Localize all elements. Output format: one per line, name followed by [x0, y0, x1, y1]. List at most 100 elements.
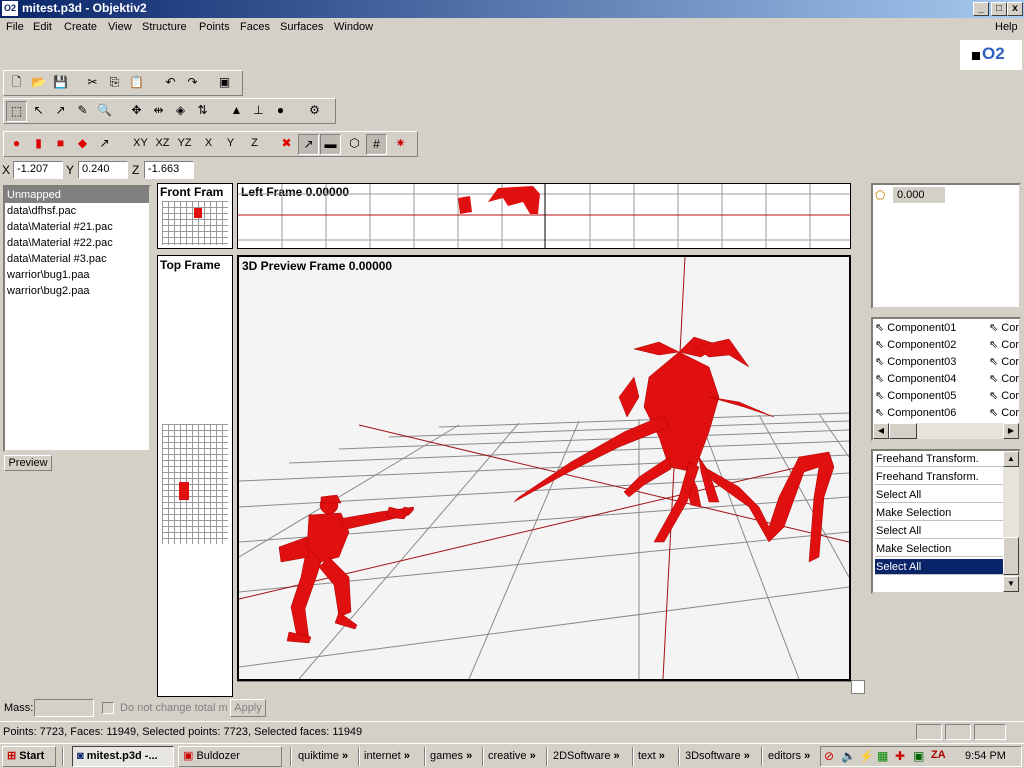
selection-item[interactable]: Make Selection: [875, 505, 1004, 521]
menu-file[interactable]: File: [6, 21, 24, 33]
preview-3d-frame[interactable]: 3D Preview Frame 0.00000: [237, 255, 851, 681]
menu-structure[interactable]: Structure: [142, 21, 187, 33]
z-coordinate-field[interactable]: -1.663: [144, 161, 194, 179]
maximize-button[interactable]: □: [991, 2, 1007, 16]
menu-help[interactable]: Help: [995, 21, 1018, 33]
object-mode-icon[interactable]: ■: [50, 134, 71, 155]
scroll-right-icon[interactable]: ▶: [1003, 423, 1019, 439]
component-item[interactable]: ⇖ Component06: [875, 406, 956, 419]
transform-mode-icon[interactable]: ↗: [94, 134, 115, 155]
lasso-tool-icon[interactable]: ↖: [28, 101, 49, 122]
view-xz-button[interactable]: XZ: [152, 134, 173, 155]
scroll-thumb[interactable]: [1003, 537, 1019, 575]
component-item[interactable]: ⇖ Cor: [989, 338, 1019, 351]
selection-item-active[interactable]: Select All: [875, 559, 1004, 575]
component-item[interactable]: ⇖ Cor: [989, 321, 1019, 334]
texture-item[interactable]: warrior\bug2.paa: [7, 283, 90, 299]
component-item[interactable]: ⇖ Component02: [875, 338, 956, 351]
axis-icon[interactable]: ⊥: [248, 101, 269, 122]
lod-panel[interactable]: ⬠ 0.000: [871, 183, 1021, 309]
texture-item[interactable]: data\Material #22.pac: [7, 235, 113, 251]
quicklaunch-3dsoftware[interactable]: 3Dsoftware »: [685, 747, 750, 767]
norton-icon[interactable]: ⊘: [824, 749, 834, 763]
menu-view[interactable]: View: [108, 21, 132, 33]
antivirus-icon[interactable]: ✚: [895, 749, 905, 763]
flip-icon[interactable]: ⇅: [192, 101, 213, 122]
paint-select-icon[interactable]: ↗: [50, 101, 71, 122]
arrow-green-icon[interactable]: ↗: [298, 134, 319, 155]
title-bar[interactable]: O2 mitest.p3d - Objektiv2 _ □ x: [0, 0, 1024, 18]
task-buldozer[interactable]: ▣ Buldozer: [178, 746, 282, 767]
texture-list[interactable]: Unmapped data\dfhsf.pac data\Material #2…: [3, 185, 151, 452]
selections-vscrollbar[interactable]: ▲ ▼: [1003, 451, 1019, 592]
minimize-button[interactable]: _: [973, 2, 989, 16]
component-item[interactable]: ⇖ Component03: [875, 355, 956, 368]
component-item[interactable]: ⇖ Cor: [989, 355, 1019, 368]
app-icon[interactable]: O2: [2, 1, 18, 16]
quicklaunch-internet[interactable]: internet »: [364, 747, 410, 767]
component-item[interactable]: ⇖ Component04: [875, 372, 956, 385]
properties-icon[interactable]: ▣: [214, 73, 235, 94]
open-folder-icon[interactable]: 📂: [28, 73, 49, 94]
zoom-icon[interactable]: 🔍: [94, 101, 115, 122]
quicklaunch-2dsoftware[interactable]: 2DSoftware »: [553, 747, 620, 767]
solid-icon[interactable]: ▬: [320, 134, 341, 155]
front-frame[interactable]: Front Fram: [157, 183, 233, 249]
resize-corner[interactable]: [851, 680, 865, 694]
view-xy-button[interactable]: XY: [130, 134, 151, 155]
components-hscrollbar[interactable]: ◀ ▶: [873, 423, 1019, 439]
color-balls-icon[interactable]: ●: [270, 101, 291, 122]
select-tool-icon[interactable]: ⬚: [6, 101, 27, 122]
texture-item[interactable]: data\Material #21.pac: [7, 219, 113, 235]
paste-icon[interactable]: 📋: [126, 73, 147, 94]
scroll-left-icon[interactable]: ◀: [873, 423, 889, 439]
move-icon[interactable]: ✥: [126, 101, 147, 122]
menu-faces[interactable]: Faces: [240, 21, 270, 33]
hide-icon[interactable]: ✖: [276, 134, 297, 155]
task-mitest[interactable]: ◙ mitest.p3d -...: [72, 746, 174, 767]
point-mode-icon[interactable]: ●: [6, 134, 27, 155]
bone-mode-icon[interactable]: ◆: [72, 134, 93, 155]
selection-item[interactable]: Select All: [875, 487, 1004, 503]
selection-item[interactable]: Select All: [875, 523, 1004, 539]
redo-icon[interactable]: ↷: [182, 73, 203, 94]
selection-item[interactable]: Freehand Transform.: [875, 451, 1004, 467]
menu-edit[interactable]: Edit: [33, 21, 52, 33]
texture-item-unmapped[interactable]: Unmapped: [5, 187, 149, 203]
selections-panel[interactable]: Freehand Transform. Freehand Transform. …: [871, 449, 1021, 594]
close-button[interactable]: x: [1007, 2, 1023, 16]
menu-create[interactable]: Create: [64, 21, 97, 33]
left-frame[interactable]: Left Frame 0.00000: [237, 183, 851, 249]
copy-icon[interactable]: ⎘: [104, 73, 125, 94]
component-item[interactable]: ⇖ Component05: [875, 389, 956, 402]
x-coordinate-field[interactable]: -1.207: [13, 161, 63, 179]
quicklaunch-creative[interactable]: creative »: [488, 747, 536, 767]
change-mass-checkbox[interactable]: [102, 702, 114, 714]
lightning-icon[interactable]: ⚡: [859, 749, 874, 763]
view-x-button[interactable]: X: [198, 134, 219, 155]
selection-item[interactable]: Freehand Transform.: [875, 469, 1004, 485]
y-coordinate-field[interactable]: 0.240: [78, 161, 128, 179]
component-item[interactable]: ⇖ Cor: [989, 406, 1019, 419]
monitor-icon[interactable]: ▣: [913, 749, 924, 763]
components-panel[interactable]: ⇖ Component01 ⇖ Component02 ⇖ Component0…: [871, 317, 1021, 441]
pyramid-icon[interactable]: ▲: [226, 101, 247, 122]
menu-surfaces[interactable]: Surfaces: [280, 21, 323, 33]
save-icon[interactable]: 💾: [50, 73, 71, 94]
preview-button[interactable]: Preview: [4, 455, 52, 471]
quicklaunch-editors[interactable]: editors »: [768, 747, 810, 767]
brush-icon[interactable]: ✎: [72, 101, 93, 122]
zonealarm-icon[interactable]: ZA: [931, 749, 946, 761]
menu-points[interactable]: Points: [199, 21, 230, 33]
texture-item[interactable]: data\dfhsf.pac: [7, 203, 76, 219]
component-item[interactable]: ⇖ Cor: [989, 389, 1019, 402]
cut-icon[interactable]: ✂: [82, 73, 103, 94]
top-frame[interactable]: Top Frame: [157, 255, 233, 697]
new-file-icon[interactable]: 🗋: [6, 73, 27, 94]
quicklaunch-text[interactable]: text »: [638, 747, 665, 767]
scroll-up-icon[interactable]: ▲: [1003, 451, 1019, 467]
scroll-thumb[interactable]: [889, 423, 917, 439]
menu-window[interactable]: Window: [334, 21, 373, 33]
apply-button[interactable]: Apply: [230, 699, 266, 717]
component-item[interactable]: ⇖ Component01: [875, 321, 956, 334]
